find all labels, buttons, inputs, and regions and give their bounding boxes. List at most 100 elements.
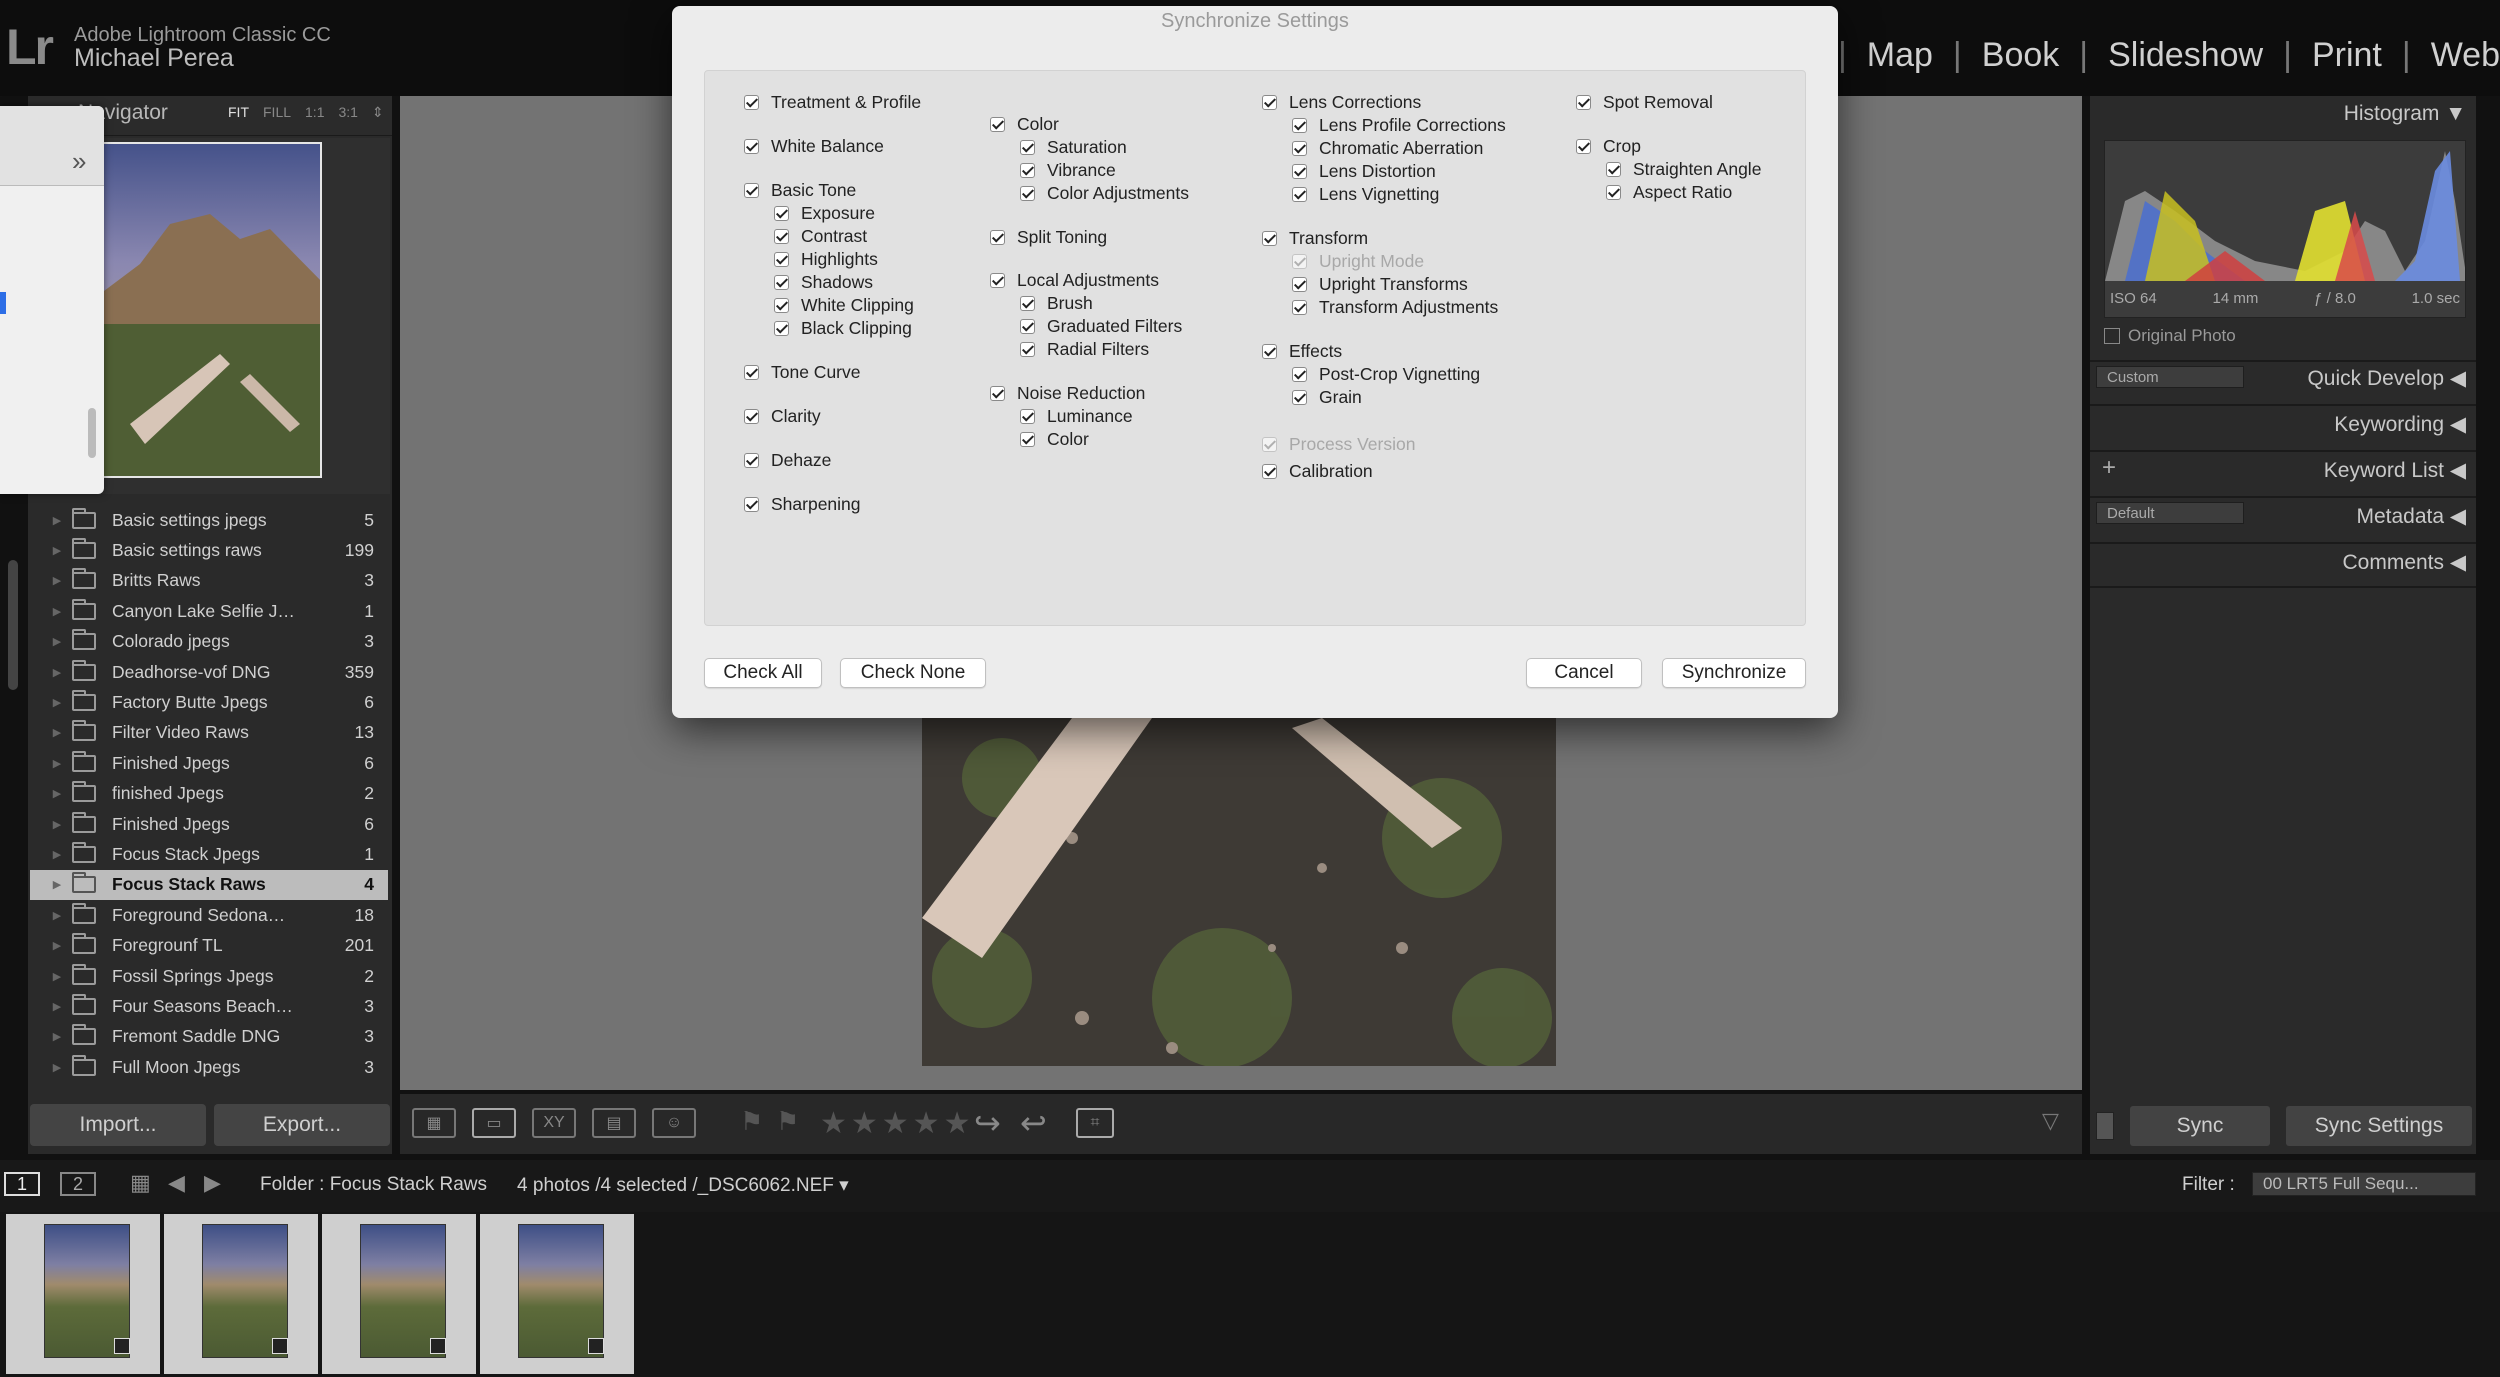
checkbox-check-icon[interactable] (744, 183, 759, 198)
disclosure-triangle-icon[interactable]: ▶ (46, 696, 68, 709)
setting-checkbox[interactable]: Dehaze (744, 450, 831, 471)
back-arrow-icon[interactable]: ◀ (168, 1170, 185, 1196)
setting-checkbox[interactable]: Post-Crop Vignetting (1292, 364, 1480, 385)
setting-checkbox[interactable]: Calibration (1262, 461, 1373, 482)
module-book[interactable]: Book (1962, 36, 2080, 75)
setting-checkbox[interactable]: Chromatic Aberration (1292, 138, 1483, 159)
folder-row[interactable]: ▶ Full Moon Jpegs 3 (30, 1052, 388, 1082)
folder-row[interactable]: ▶ Focus Stack Raws 4 (30, 869, 388, 901)
setting-checkbox[interactable]: Noise Reduction (990, 383, 1145, 404)
zoom-1-1[interactable]: 1:1 (305, 104, 324, 121)
setting-checkbox[interactable]: Lens Distortion (1292, 161, 1436, 182)
folder-row[interactable]: ▶ Colorado jpegs 3 (30, 627, 388, 657)
disclosure-triangle-icon[interactable]: ▶ (46, 848, 68, 861)
setting-checkbox[interactable]: Grain (1292, 387, 1362, 408)
folder-scrollbar[interactable] (8, 560, 18, 690)
checkbox-check-icon[interactable] (744, 497, 759, 512)
checkbox-check-icon[interactable] (1292, 300, 1307, 315)
checkbox-check-icon[interactable] (774, 229, 789, 244)
synchronize-button[interactable]: Synchronize (1662, 658, 1806, 688)
setting-checkbox[interactable]: Spot Removal (1576, 92, 1713, 113)
checkbox-check-icon[interactable] (1020, 432, 1035, 447)
reject-flag-icon[interactable]: ⚑ (776, 1106, 799, 1137)
selection-info[interactable]: 4 photos /4 selected /_DSC6062.NEF ▾ (517, 1174, 849, 1197)
disclosure-triangle-icon[interactable]: ▶ (46, 1000, 68, 1013)
setting-checkbox[interactable]: Lens Vignetting (1292, 184, 1439, 205)
setting-checkbox[interactable]: Highlights (774, 249, 878, 270)
zoom-3-1[interactable]: 3:1 (338, 104, 357, 121)
original-photo-checkbox[interactable] (2104, 328, 2120, 344)
compare-view-icon[interactable]: XY (532, 1108, 576, 1138)
module-print[interactable]: Print (2292, 36, 2402, 75)
checkbox-check-icon[interactable] (744, 409, 759, 424)
disclosure-triangle-icon[interactable]: ▶ (46, 818, 68, 831)
setting-checkbox[interactable]: Shadows (774, 272, 873, 293)
setting-checkbox[interactable]: Black Clipping (774, 318, 912, 339)
disclosure-triangle-icon[interactable]: ▶ (46, 939, 68, 952)
setting-checkbox[interactable]: Vibrance (1020, 160, 1116, 181)
setting-checkbox[interactable]: Split Toning (990, 227, 1107, 248)
checkbox-check-icon[interactable] (744, 365, 759, 380)
finder-scrollbar[interactable] (88, 408, 96, 458)
folder-row[interactable]: ▶ Britts Raws 3 (30, 566, 388, 596)
checkbox-check-icon[interactable] (1292, 277, 1307, 292)
checkbox-check-icon[interactable] (1292, 141, 1307, 156)
navigator-photo[interactable] (98, 142, 322, 478)
checkbox-check-icon[interactable] (1292, 367, 1307, 382)
checkbox-check-icon[interactable] (1292, 187, 1307, 202)
checkbox-check-icon[interactable] (1020, 186, 1035, 201)
checkbox-check-icon[interactable] (774, 252, 789, 267)
checkbox-check-icon[interactable] (774, 321, 789, 336)
checkbox-check-icon[interactable] (1292, 164, 1307, 179)
checkbox-check-icon[interactable] (1262, 464, 1277, 479)
folder-row[interactable]: ▶ Canyon Lake Selfie J… 1 (30, 596, 388, 626)
cancel-button[interactable]: Cancel (1526, 658, 1642, 688)
zoom-fill[interactable]: FILL (263, 104, 291, 121)
disclosure-triangle-icon[interactable]: ▶ (46, 666, 68, 679)
checkbox-check-icon[interactable] (1262, 344, 1277, 359)
folder-row[interactable]: ▶ Foregrounf TL 201 (30, 930, 388, 960)
add-keyword-icon[interactable]: + (2102, 454, 2116, 482)
people-view-icon[interactable]: ☺ (652, 1108, 696, 1138)
checkbox-check-icon[interactable] (1020, 409, 1035, 424)
checkbox-check-icon[interactable] (774, 206, 789, 221)
setting-checkbox[interactable]: Color (1020, 429, 1089, 450)
sync-settings-button[interactable]: Sync Settings (2286, 1106, 2472, 1146)
checkbox-check-icon[interactable] (1576, 95, 1591, 110)
filmstrip-thumbnail[interactable] (6, 1214, 160, 1374)
folder-row[interactable]: ▶ Deadhorse-vof DNG 359 (30, 657, 388, 687)
check-all-button[interactable]: Check All (704, 658, 822, 688)
setting-checkbox[interactable]: Treatment & Profile (744, 92, 921, 113)
auto-sync-switch[interactable] (2096, 1112, 2114, 1140)
loupe-view-icon[interactable]: ▭ (472, 1108, 516, 1138)
setting-checkbox[interactable]: Brush (1020, 293, 1093, 314)
checkbox-check-icon[interactable] (1020, 140, 1035, 155)
folder-row[interactable]: ▶ Basic settings raws 199 (30, 535, 388, 565)
quick-develop-header[interactable]: Quick Develop ◀ (2307, 366, 2466, 391)
export-button[interactable]: Export... (214, 1104, 390, 1146)
disclosure-triangle-icon[interactable]: ▶ (46, 574, 68, 587)
checkbox-check-icon[interactable] (990, 230, 1005, 245)
metadata-header[interactable]: Metadata ◀ (2356, 504, 2466, 529)
setting-checkbox[interactable]: Straighten Angle (1606, 159, 1761, 180)
disclosure-triangle-icon[interactable]: ▶ (46, 635, 68, 648)
setting-checkbox[interactable]: Exposure (774, 203, 875, 224)
folder-row[interactable]: ▶ Focus Stack Jpegs 1 (30, 839, 388, 869)
setting-checkbox[interactable]: Graduated Filters (1020, 316, 1182, 337)
import-button[interactable]: Import... (30, 1104, 206, 1146)
setting-checkbox[interactable]: Upright Transforms (1292, 274, 1468, 295)
checkbox-check-icon[interactable] (774, 275, 789, 290)
setting-checkbox[interactable]: Crop (1576, 136, 1641, 157)
setting-checkbox[interactable]: Radial Filters (1020, 339, 1149, 360)
quick-develop-preset-select[interactable]: Custom (2096, 366, 2244, 388)
forward-arrow-icon[interactable]: ▶ (204, 1170, 221, 1196)
filter-preset-select[interactable]: 00 LRT5 Full Sequ... (2252, 1172, 2476, 1196)
keyword-list-header[interactable]: Keyword List ◀ (2324, 458, 2466, 483)
checkbox-check-icon[interactable] (1020, 296, 1035, 311)
rating-stars[interactable]: ★★★★★ (820, 1106, 974, 1141)
setting-checkbox[interactable]: Aspect Ratio (1606, 182, 1732, 203)
disclosure-triangle-icon[interactable]: ▶ (46, 726, 68, 739)
setting-checkbox[interactable]: Transform Adjustments (1292, 297, 1498, 318)
primary-display-button[interactable]: 1 (4, 1172, 40, 1196)
original-photo-toggle[interactable]: Original Photo (2104, 326, 2236, 346)
